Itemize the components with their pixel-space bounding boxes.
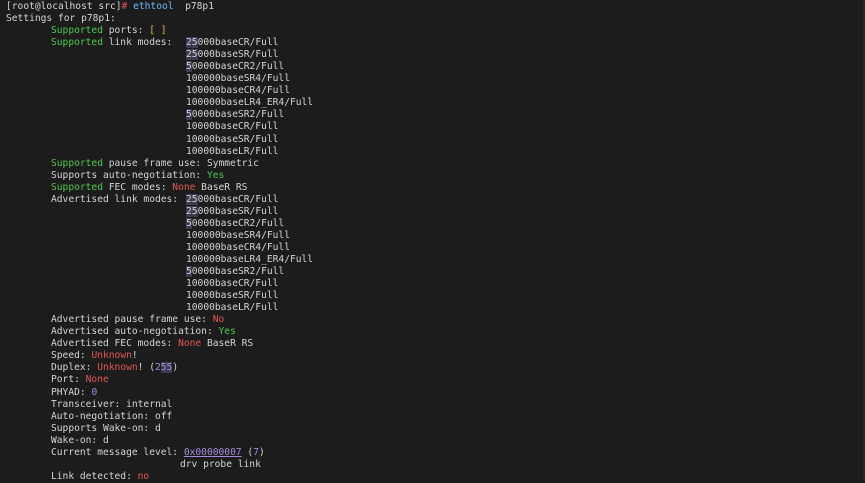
supported-link-mode-0: 25000baseCR/Full xyxy=(186,37,279,49)
supported-link-mode-4: 100000baseCR4/Full xyxy=(186,85,290,97)
prompt-line: [root@localhost src]# ethtool p78p1 xyxy=(6,1,861,13)
command-argument: p78p1 xyxy=(185,1,214,12)
supported-ports-line: Supported ports: [ ] xyxy=(51,25,167,37)
advertised-link-mode-3: 100000baseSR4/Full xyxy=(186,229,290,241)
advertised-pause-line: Advertised pause frame use: No xyxy=(51,314,225,326)
advertised-link-mode-0: 25000baseCR/Full xyxy=(186,193,279,205)
supported-link-mode-2: 50000baseCR2/Full xyxy=(186,61,285,73)
settings-header: Settings for p78p1: xyxy=(6,13,116,25)
supported-pause-line: Supported pause frame use: Symmetric xyxy=(51,157,259,169)
advertised-link-mode-1: 25000baseSR/Full xyxy=(186,205,279,217)
terminal-output[interactable]: [root@localhost src]# ethtool p78p1 Sett… xyxy=(6,1,861,482)
supported-link-modes-block: Supported link modes: 25000baseCR/Full 25… xyxy=(6,37,861,157)
advertised-link-mode-5: 100000baseLR4_ER4/Full xyxy=(186,253,314,265)
supported-link-modes-line: Supported link modes: 25000baseCR/Full xyxy=(51,37,279,49)
supported-link-mode-7: 10000baseCR/Full xyxy=(186,121,279,133)
advertised-fec-line: Advertised FEC modes: None BaseR RS xyxy=(51,338,254,350)
advertised-link-mode-6: 50000baseSR2/Full xyxy=(186,266,285,278)
advertised-link-modes-block: Advertised link modes: 25000baseCR/Full 2… xyxy=(6,193,861,314)
advertised-link-mode-4: 100000baseCR4/Full xyxy=(186,241,290,253)
advertised-link-mode-8: 10000baseSR/Full xyxy=(186,290,279,302)
advertised-link-mode-7: 10000baseCR/Full xyxy=(186,278,279,290)
duplex-line: Duplex: Unknown! (255) xyxy=(51,362,179,374)
supported-link-mode-1: 25000baseSR/Full xyxy=(186,49,279,61)
phyad-line: PHYAD: 0 xyxy=(51,386,98,398)
supported-link-mode-9: 10000baseLR/Full xyxy=(186,145,279,157)
supported-link-mode-3: 100000baseSR4/Full xyxy=(186,73,290,85)
advertised-link-modes-line: Advertised link modes: 25000baseCR/Full xyxy=(51,193,279,205)
supports-wake-line: Supports Wake-on: d xyxy=(51,422,161,434)
advertised-link-mode-9: 10000baseLR/Full xyxy=(186,302,279,314)
supports-autoneg-line: Supports auto-negotiation: Yes xyxy=(51,169,225,181)
port-line: Port: None xyxy=(51,374,109,386)
supported-fec-line: Supported FEC modes: None BaseR RS xyxy=(51,181,248,193)
message-level-line: Current message level: 0x00000007 (7) xyxy=(51,446,265,458)
transceiver-line: Transceiver: internal xyxy=(51,398,173,410)
command-name: ethtool xyxy=(127,1,174,12)
supported-link-mode-6: 50000baseSR2/Full xyxy=(186,109,285,121)
prompt-user-host: [root@localhost src] xyxy=(6,1,122,12)
message-flags-line: drv probe link xyxy=(180,458,261,470)
supported-link-mode-8: 10000baseSR/Full xyxy=(186,133,279,145)
advertised-autoneg-line: Advertised auto-negotiation: Yes xyxy=(51,326,236,338)
speed-line: Speed: Unknown! xyxy=(51,350,138,362)
link-detected-line: Link detected: no xyxy=(51,470,150,482)
wake-on-line: Wake-on: d xyxy=(51,434,109,446)
supported-link-mode-5: 100000baseLR4_ER4/Full xyxy=(186,97,314,109)
advertised-link-mode-2: 50000baseCR2/Full xyxy=(186,217,285,229)
autoneg-line: Auto-negotiation: off xyxy=(51,410,173,422)
